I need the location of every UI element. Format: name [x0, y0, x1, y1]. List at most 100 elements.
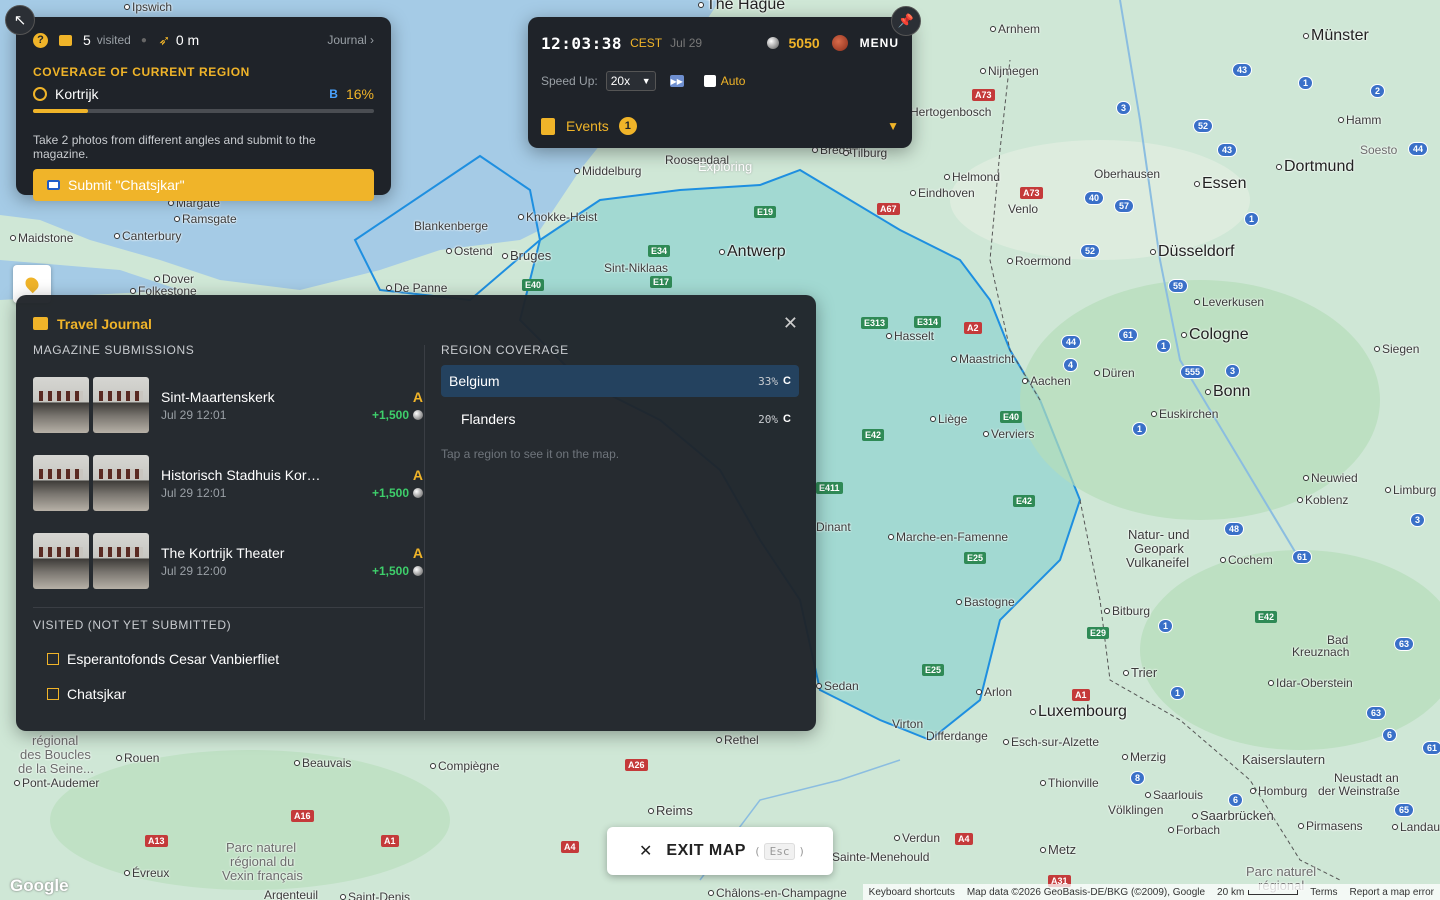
menu-button[interactable]: MENU	[860, 36, 899, 50]
exit-map-button[interactable]: ✕ EXIT MAP (Esc)	[607, 827, 833, 875]
map-city: Vexin français	[222, 868, 303, 883]
submission-item[interactable]: The Kortrijk Theater Jul 29 12:00 A +1,5…	[33, 531, 423, 591]
map-city: Euskirchen	[1151, 407, 1218, 421]
map-city: Pont-Audemer	[14, 776, 99, 790]
road-shield: A73	[1020, 187, 1043, 199]
map-city: Leverkusen	[1194, 295, 1264, 309]
keyboard-shortcuts-link[interactable]: Keyboard shortcuts	[869, 887, 955, 898]
map-city: Neuwied	[1303, 471, 1358, 485]
map-city: Roermond	[1007, 254, 1071, 268]
road-shield: 61	[1422, 741, 1440, 755]
region-grade: B	[329, 87, 338, 101]
road-shield: A73	[972, 89, 995, 101]
events-row[interactable]: Events 1 ▼	[541, 117, 899, 135]
map-city: Venlo	[1008, 202, 1039, 216]
map-attribution: Keyboard shortcuts Map data ©2026 GeoBas…	[862, 884, 1440, 900]
road-shield: 6	[1382, 728, 1398, 742]
submission-item[interactable]: Sint-Maartenskerk Jul 29 12:01 A +1,500	[33, 375, 423, 435]
submission-date: Jul 29 12:01	[161, 485, 227, 500]
fast-forward-button[interactable]: ▶▶	[669, 75, 684, 87]
photo-thumbnail[interactable]	[93, 377, 149, 433]
road-shield: 61	[1118, 328, 1139, 342]
photo-thumbnail[interactable]	[33, 533, 89, 589]
photo-thumbnail[interactable]	[93, 533, 149, 589]
road-shield: 44	[1408, 142, 1429, 156]
collapse-button[interactable]: ↖	[5, 5, 35, 35]
map-city: Arnhem	[990, 22, 1040, 36]
road-shield: 3	[1410, 513, 1426, 527]
road-shield: A1	[1072, 689, 1090, 701]
road-shield: 3	[1225, 364, 1241, 378]
walk-icon: ➶	[158, 31, 171, 48]
map-city: Hasselt	[886, 329, 934, 343]
submission-item[interactable]: Historisch Stadhuis Kor… Jul 29 12:01 A …	[33, 453, 423, 513]
map-city: Rethel	[716, 733, 759, 747]
map-city: Thionville	[1040, 776, 1099, 790]
coverage-grade: C	[783, 375, 791, 387]
map-city: Parc naturel	[226, 840, 297, 855]
events-count-badge: 1	[618, 117, 637, 135]
coverage-row-belgium[interactable]: Belgium 33% C	[441, 365, 799, 397]
road-shield: E411	[816, 482, 843, 494]
road-shield: 63	[1366, 706, 1387, 720]
badge-icon[interactable]	[831, 35, 848, 51]
road-shield: 61	[1292, 550, 1313, 564]
coverage-name: Flanders	[461, 411, 516, 427]
map-city: Idar-Oberstein	[1268, 676, 1353, 690]
visited-count: 5	[83, 32, 91, 48]
submission-date: Jul 29 12:01	[161, 407, 227, 422]
submission-reward: +1,500	[353, 486, 423, 500]
map-city: de la Seine...	[18, 761, 94, 776]
visited-item[interactable]: Esperantofonds Cesar Vanbierfliet	[33, 651, 423, 667]
photo-hint: Take 2 photos from different angles and …	[33, 133, 316, 161]
coverage-column: REGION COVERAGE Belgium 33% C Flanders 2…	[441, 343, 799, 461]
road-shield: 1	[1158, 619, 1174, 633]
visited-label: visited	[96, 33, 131, 47]
road-shield: 63	[1394, 637, 1415, 651]
current-region-row: Kortrijk B 16%	[33, 85, 374, 103]
coverage-name: Belgium	[449, 373, 500, 389]
map-city: Kreuznach	[1292, 645, 1350, 659]
map-city: Helmond	[944, 170, 1000, 184]
close-icon[interactable]: ✕	[783, 313, 798, 334]
photo-thumbnail[interactable]	[33, 377, 89, 433]
road-shield: 43	[1232, 63, 1253, 77]
road-shield: 52	[1080, 244, 1101, 258]
submit-button[interactable]: Submit "Chatsjkar"	[33, 169, 374, 201]
map-city: Reims	[648, 803, 693, 818]
map-city: Arlon	[976, 685, 1012, 699]
google-logo: Google	[10, 876, 69, 895]
road-shield: 8	[1130, 771, 1146, 785]
divider	[33, 607, 423, 608]
map-city: Maidstone	[10, 231, 73, 245]
coverage-row-flanders[interactable]: Flanders 20% C	[441, 403, 799, 435]
speed-select[interactable]: 20x ▼	[605, 71, 656, 91]
caret-down-icon[interactable]: ▼	[887, 119, 899, 133]
road-shield: 1	[1132, 422, 1148, 436]
road-shield: 2	[1370, 84, 1386, 98]
terms-link[interactable]: Terms	[1310, 887, 1337, 898]
journal-link[interactable]: Journal ›	[327, 33, 374, 47]
map-city: Hertogenbosch	[910, 105, 992, 119]
pin-panel-button[interactable]: 📌	[891, 6, 921, 36]
submission-date: Jul 29 12:00	[161, 563, 227, 578]
map-city: Bruges	[502, 248, 551, 263]
map-city: Châlons-en-Champagne	[708, 886, 847, 900]
clipboard-icon	[541, 117, 555, 135]
map-city: Landau	[1392, 820, 1440, 834]
road-shield: 44	[1061, 335, 1082, 349]
photo-thumbnail[interactable]	[33, 455, 89, 511]
photo-thumbnail[interactable]	[93, 455, 149, 511]
auto-checkbox[interactable]	[703, 75, 716, 87]
auto-label[interactable]: Auto	[721, 74, 746, 88]
coverage-pct: 33%	[758, 374, 779, 388]
road-shield: A1	[381, 835, 399, 847]
clock-date: Jul 29	[670, 36, 703, 50]
map-icon	[47, 688, 59, 700]
help-icon[interactable]: ?	[33, 32, 48, 48]
report-error-link[interactable]: Report a map error	[1350, 887, 1434, 898]
divider	[424, 345, 425, 720]
road-shield: E29	[1087, 627, 1110, 639]
region-name: Kortrijk	[55, 86, 99, 102]
visited-item[interactable]: Chatsjkar	[33, 686, 423, 702]
